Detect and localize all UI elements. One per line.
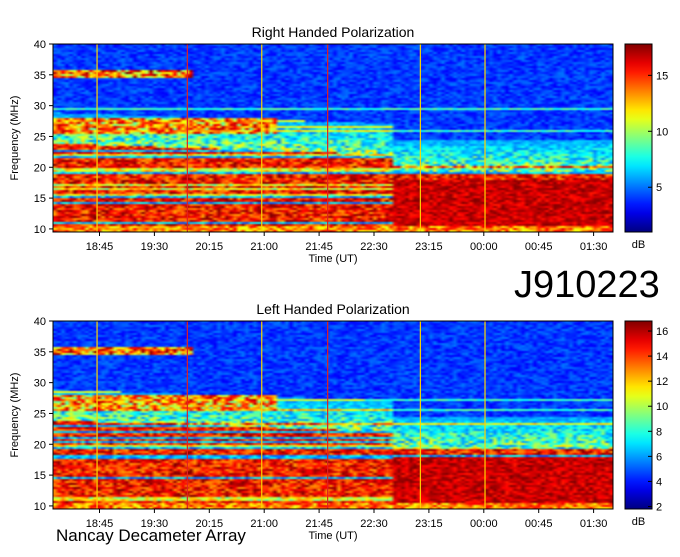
y-tick-label: 35 xyxy=(34,70,46,82)
colorbar-unit: dB xyxy=(632,239,645,251)
y-tick-label: 35 xyxy=(34,347,46,359)
colorbar-tick-label: 14 xyxy=(656,351,668,363)
colorbar-tick-label: 10 xyxy=(656,126,668,138)
panel-title: Left Handed Polarization xyxy=(256,301,409,317)
spectrogram-page: Right Handed Polarization 10 15 20 25 30 35 40 F… xyxy=(0,0,680,552)
x-tick-label: 00:45 xyxy=(525,241,553,253)
y-tick-label: 15 xyxy=(34,470,46,482)
x-tick-label: 01:30 xyxy=(580,518,608,530)
x-tick-label: 00:00 xyxy=(470,241,498,253)
x-tick-label: 00:45 xyxy=(525,518,553,530)
footer-label: Nancay Decameter Array xyxy=(56,526,246,545)
y-tick-label: 10 xyxy=(34,224,46,236)
colorbar-tick-label: 15 xyxy=(656,70,668,82)
observation-id: J910223 xyxy=(514,264,660,306)
x-axis-label: Time (UT) xyxy=(308,253,357,265)
x-axis-label: Time (UT) xyxy=(308,530,357,542)
colorbar-tick-label: 4 xyxy=(656,476,662,488)
x-tick-label: 23:15 xyxy=(415,241,443,253)
x-tick-label: 21:00 xyxy=(250,518,278,530)
colorbar-tick-label: 12 xyxy=(656,376,668,388)
x-tick-label: 20:15 xyxy=(196,241,224,253)
y-tick-label: 30 xyxy=(34,101,46,113)
x-tick-label: 21:45 xyxy=(305,241,333,253)
y-axis-label: Frequency (MHz) xyxy=(9,373,21,458)
colorbar-tick-label: 10 xyxy=(656,401,668,413)
colorbar-unit: dB xyxy=(632,516,645,528)
y-tick-label: 10 xyxy=(34,501,46,513)
colorbar-tick-label: 16 xyxy=(656,326,668,338)
y-tick-label: 25 xyxy=(34,131,46,143)
x-tick-label: 00:00 xyxy=(470,518,498,530)
panel-right-polarization: Right Handed Polarization 10 15 20 25 30 35 40 F… xyxy=(9,24,668,265)
y-tick-label: 25 xyxy=(34,408,46,420)
x-tick-label: 22:30 xyxy=(360,518,388,530)
x-tick-label: 18:45 xyxy=(86,241,114,253)
y-tick-label: 40 xyxy=(34,316,46,328)
spectrogram-heatmap xyxy=(53,44,613,232)
panel-title: Right Handed Polarization xyxy=(252,24,415,40)
y-tick-label: 40 xyxy=(34,39,46,51)
spectrogram-heatmap xyxy=(53,321,613,509)
x-tick-label: 23:15 xyxy=(415,518,443,530)
x-tick-label: 21:45 xyxy=(305,518,333,530)
colorbar xyxy=(624,43,653,233)
panel-left-polarization: Left Handed Polarization 10 15 20 25 30 35 40 Fr… xyxy=(9,301,668,542)
y-axis-label: Frequency (MHz) xyxy=(9,96,21,181)
colorbar-tick-label: 5 xyxy=(656,182,662,194)
x-tick-label: 22:30 xyxy=(360,241,388,253)
colorbar xyxy=(624,320,653,510)
y-tick-label: 30 xyxy=(34,378,46,390)
y-tick-label: 15 xyxy=(34,193,46,205)
x-tick-label: 19:30 xyxy=(141,241,169,253)
x-tick-label: 21:00 xyxy=(250,241,278,253)
colorbar-tick-label: 8 xyxy=(656,426,662,438)
x-tick-label: 01:30 xyxy=(580,241,608,253)
colorbar-tick-label: 6 xyxy=(656,451,662,463)
y-tick-label: 20 xyxy=(34,162,46,174)
y-tick-label: 20 xyxy=(34,439,46,451)
colorbar-tick-label: 2 xyxy=(656,501,662,513)
